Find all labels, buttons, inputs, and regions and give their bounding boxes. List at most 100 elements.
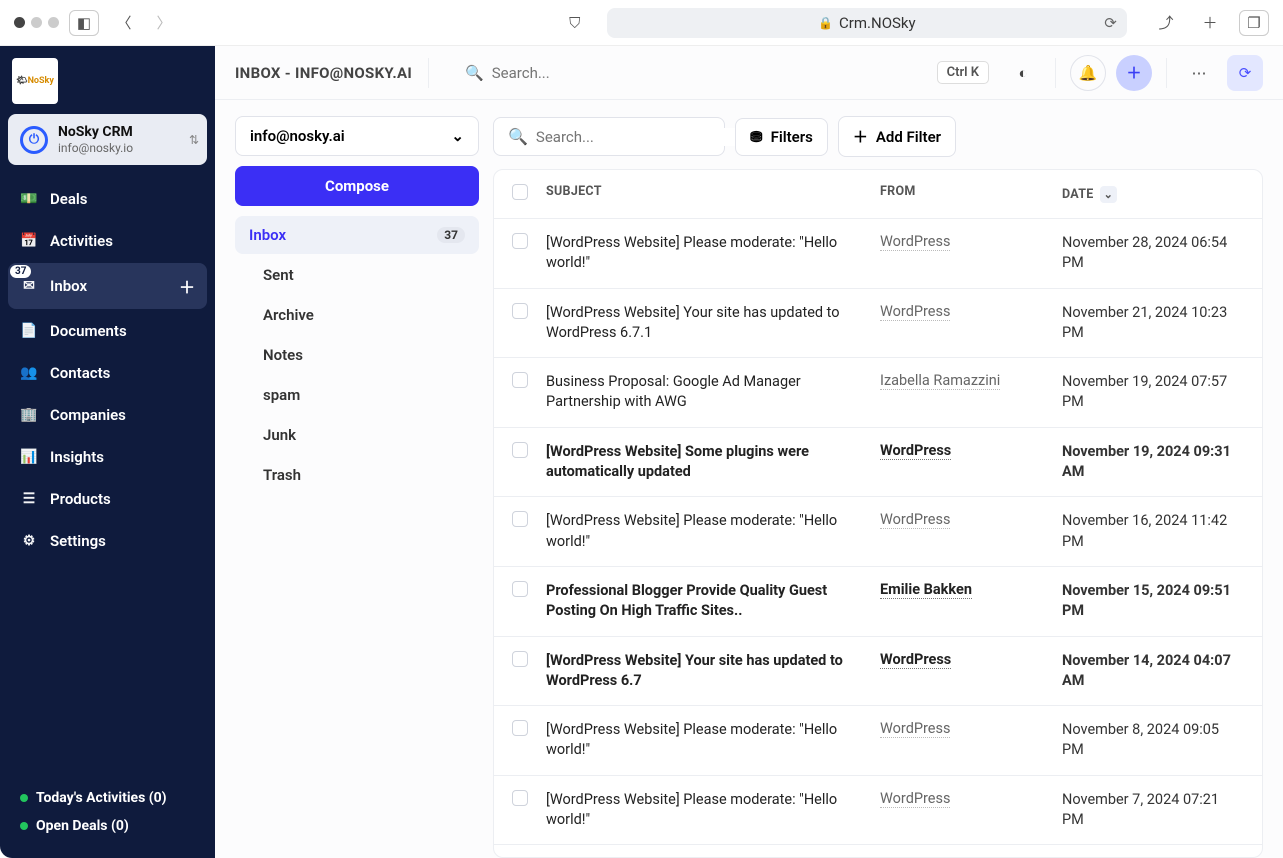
row-checkbox[interactable] [512, 303, 528, 319]
email-from[interactable]: Emilie Bakken [880, 581, 972, 599]
folder-junk[interactable]: Junk [235, 416, 479, 454]
row-checkbox[interactable] [512, 790, 528, 806]
url-text: Crm.NOSky [839, 14, 916, 32]
select-all-checkbox[interactable] [512, 184, 528, 200]
sidebar-item-deals[interactable]: 💵Deals [8, 179, 207, 219]
share-icon[interactable]: ⤴ [1151, 10, 1181, 36]
add-filter-button[interactable]: ＋ Add Filter [838, 116, 956, 157]
sidebar-item-documents[interactable]: 📄Documents [8, 311, 207, 351]
email-subject: [WordPress Website] Please moderate: "He… [546, 233, 880, 274]
logo[interactable]: 🌤NoSky [12, 58, 58, 104]
theme-toggle-icon[interactable]: ◐ [1005, 55, 1041, 91]
search-kbd: Ctrl K [937, 61, 989, 84]
email-date: November 8, 2024 09:05 PM [1062, 720, 1244, 761]
folder-spam[interactable]: spam [235, 376, 479, 414]
email-subject: [WordPress Website] Please moderate: "He… [546, 511, 880, 552]
plus-icon[interactable]: ＋ [179, 274, 195, 298]
row-checkbox[interactable] [512, 442, 528, 458]
compose-button[interactable]: Compose [235, 166, 479, 206]
sidebar-bottom-item[interactable]: Open Deals (0) [20, 812, 195, 840]
filters-button[interactable]: ⛃ Filters [735, 118, 828, 156]
inbox-left-column: info@nosky.ai ⌄ Compose Inbox37SentArchi… [235, 116, 479, 858]
org-switcher[interactable]: ⏻ NoSky CRM info@nosky.io ⇅ [8, 114, 207, 165]
more-icon[interactable]: ⋯ [1181, 55, 1217, 91]
email-date: November 7, 2024 07:21 PM [1062, 790, 1244, 831]
reload-icon[interactable]: ⟳ [1104, 14, 1117, 32]
sidebar-item-settings[interactable]: ⚙Settings [8, 521, 207, 561]
email-row[interactable]: [WordPress Website] Some plugins were au… [494, 428, 1262, 498]
email-date: November 14, 2024 04:07 AM [1062, 651, 1244, 692]
email-date: November 15, 2024 09:51 PM [1062, 581, 1244, 622]
row-checkbox[interactable] [512, 372, 528, 388]
row-checkbox[interactable] [512, 511, 528, 527]
email-from[interactable]: WordPress [880, 720, 950, 738]
folder-notes[interactable]: Notes [235, 336, 479, 374]
account-selector[interactable]: info@nosky.ai ⌄ [235, 116, 479, 156]
email-row[interactable]: [WordPress Website] Please moderate: "He… [494, 497, 1262, 567]
email-row[interactable]: [WordPress Website] Please moderate: "He… [494, 219, 1262, 289]
col-subject[interactable]: SUBJECT [546, 184, 880, 204]
nav-label: Products [50, 490, 111, 508]
bell-icon[interactable]: 🔔 [1070, 55, 1106, 91]
email-row[interactable]: [WordPress Website] Your site has update… [494, 637, 1262, 707]
sidebar-item-activities[interactable]: 📅Activities [8, 221, 207, 261]
email-from[interactable]: WordPress [880, 790, 950, 808]
shield-icon[interactable]: ⛉ [560, 10, 590, 36]
folder-sent[interactable]: Sent [235, 256, 479, 294]
page-title: INBOX - INFO@NOSKY.AI [235, 64, 412, 82]
sidebar-bottom-item[interactable]: Today's Activities (0) [20, 784, 195, 812]
folder-trash[interactable]: Trash [235, 456, 479, 494]
chevron-updown-icon: ⇅ [189, 133, 199, 147]
email-row[interactable]: [WordPress Website] Please moderate: "He… [494, 706, 1262, 776]
global-search-input[interactable] [492, 64, 929, 82]
org-name: NoSky CRM [58, 124, 133, 141]
email-row[interactable]: Professional Blogger Provide Quality Gue… [494, 567, 1262, 637]
sidebar-toggle-icon[interactable]: ◧ [69, 10, 99, 36]
lock-icon: 🔒 [818, 16, 833, 30]
email-date: November 16, 2024 11:42 PM [1062, 511, 1244, 552]
row-checkbox[interactable] [512, 233, 528, 249]
new-tab-icon[interactable]: ＋ [1195, 10, 1225, 36]
sidebar-item-inbox[interactable]: 37✉Inbox＋ [8, 263, 207, 309]
row-checkbox[interactable] [512, 720, 528, 736]
email-from[interactable]: WordPress [880, 442, 951, 460]
nav-icon: 📅 [20, 233, 38, 249]
tabs-icon[interactable]: ❐ [1239, 10, 1269, 36]
back-icon[interactable]: 〈 [109, 10, 139, 36]
email-from[interactable]: WordPress [880, 303, 950, 321]
url-bar[interactable]: 🔒 Crm.NOSky ⟳ [607, 8, 1127, 38]
add-button[interactable]: ＋ [1116, 55, 1152, 91]
nav-label: Companies [50, 406, 126, 424]
badge: 37 [10, 265, 31, 278]
sidebar-item-insights[interactable]: 📊Insights [8, 437, 207, 477]
email-row[interactable]: [WordPress Website] Your site has update… [494, 289, 1262, 359]
col-date[interactable]: DATE ⌄ [1062, 184, 1244, 204]
forward-icon[interactable]: 〉 [149, 10, 179, 36]
table-header: SUBJECT FROM DATE ⌄ [494, 170, 1262, 219]
email-from[interactable]: WordPress [880, 233, 950, 251]
email-row[interactable]: [WordPress Website] Please moderate: "He… [494, 776, 1262, 846]
local-search-input[interactable] [536, 128, 735, 146]
row-checkbox[interactable] [512, 581, 528, 597]
nav-icon: ☰ [20, 491, 38, 507]
sidebar-item-contacts[interactable]: 👥Contacts [8, 353, 207, 393]
nav-icon: ✉ [20, 278, 38, 294]
email-row[interactable]: Business Proposal: Google Ad Manager Par… [494, 358, 1262, 428]
email-subject: [WordPress Website] Please moderate: "He… [546, 720, 880, 761]
window-controls[interactable] [14, 17, 59, 28]
folder-inbox[interactable]: Inbox37 [235, 216, 479, 254]
row-checkbox[interactable] [512, 651, 528, 667]
main-panel: INBOX - INFO@NOSKY.AI 🔍 Ctrl K ◐ 🔔 ＋ ⋯ ⟳… [215, 46, 1283, 858]
sidebar-item-companies[interactable]: 🏢Companies [8, 395, 207, 435]
inbox-right-column: 🔍 ⛃ Filters ＋ Add Filter SUB [493, 116, 1283, 858]
email-subject: [WordPress Website] Please moderate: "He… [546, 790, 880, 831]
sidebar-item-products[interactable]: ☰ Products [8, 479, 207, 519]
col-from[interactable]: FROM [880, 184, 1062, 204]
email-from[interactable]: WordPress [880, 651, 951, 669]
folder-archive[interactable]: Archive [235, 296, 479, 334]
refresh-button[interactable]: ⟳ [1227, 55, 1263, 91]
email-from[interactable]: WordPress [880, 511, 950, 529]
local-search[interactable]: 🔍 [493, 117, 725, 156]
nav-icon: ⚙ [20, 533, 38, 549]
email-from[interactable]: Izabella Ramazzini [880, 372, 1000, 390]
